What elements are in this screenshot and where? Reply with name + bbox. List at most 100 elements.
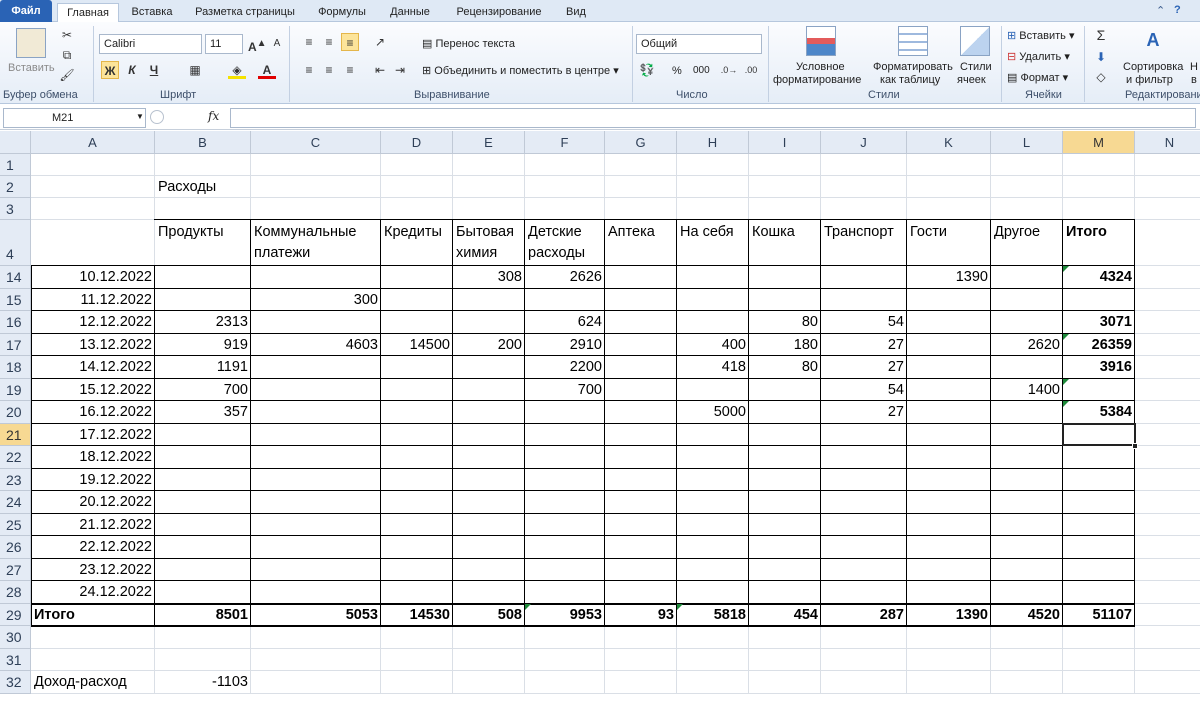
value-cell[interactable]: 400 [677,334,749,357]
row-total-cell[interactable] [1063,581,1135,604]
row-header-4[interactable]: 4 [0,220,31,266]
column-header-a[interactable]: A [31,131,155,154]
value-cell[interactable] [991,559,1063,582]
shrink-font-icon[interactable]: A [268,35,286,53]
date-cell[interactable]: 20.12.2022 [31,491,155,514]
value-cell[interactable] [991,289,1063,312]
format-painter-icon[interactable]: 🖌 [58,66,76,84]
row-total-cell[interactable] [1063,469,1135,492]
select-all-corner[interactable] [0,131,31,154]
value-cell[interactable] [155,289,251,312]
value-cell[interactable] [907,401,991,424]
value-cell[interactable] [381,311,453,334]
value-cell[interactable] [453,514,525,537]
value-cell[interactable] [605,266,677,289]
date-cell[interactable]: 23.12.2022 [31,559,155,582]
value-cell[interactable] [381,469,453,492]
value-cell[interactable] [381,559,453,582]
value-cell[interactable] [991,469,1063,492]
column-total-cell[interactable]: 5053 [251,604,381,627]
value-cell[interactable] [605,424,677,447]
row-total-cell[interactable] [1063,491,1135,514]
value-cell[interactable] [749,401,821,424]
value-cell[interactable]: 14500 [381,334,453,357]
column-total-cell[interactable]: 51107 [1063,604,1135,627]
date-cell[interactable]: 19.12.2022 [31,469,155,492]
column-total-cell[interactable]: 1390 [907,604,991,627]
minimize-ribbon-icon[interactable]: ⌃ [1156,4,1165,17]
help-icon[interactable]: ? [1174,4,1181,16]
value-cell[interactable] [155,266,251,289]
value-cell[interactable] [381,446,453,469]
name-box-dropdown-icon[interactable]: ▼ [136,112,144,121]
fill-icon[interactable]: ⬇ [1092,48,1110,66]
value-cell[interactable]: 624 [525,311,605,334]
value-cell[interactable] [605,469,677,492]
tab-insert[interactable]: Вставка [124,3,180,22]
cut-icon[interactable]: ✂ [58,26,76,44]
value-cell[interactable] [525,536,605,559]
value-cell[interactable] [677,266,749,289]
column-total-cell[interactable]: 454 [749,604,821,627]
value-cell[interactable] [677,311,749,334]
value-cell[interactable] [749,491,821,514]
align-bottom-icon[interactable]: ≡ [341,33,359,51]
column-header-f[interactable]: F [525,131,605,154]
row-total-cell[interactable]: 3071 [1063,311,1135,334]
row-total-cell[interactable] [1063,379,1135,402]
fill-handle[interactable] [1132,443,1138,449]
value-cell[interactable] [991,581,1063,604]
format-as-table-line1[interactable]: Форматировать [873,61,953,73]
value-cell[interactable] [453,491,525,514]
conditional-formatting-line2[interactable]: форматирование [773,74,861,86]
value-cell[interactable]: 1191 [155,356,251,379]
value-cell[interactable] [381,356,453,379]
row-header-23[interactable]: 23 [0,468,31,491]
decrease-indent-icon[interactable]: ⇤ [371,61,389,79]
value-cell[interactable] [525,514,605,537]
row-total-cell[interactable]: 5384 [1063,401,1135,424]
value-cell[interactable] [605,446,677,469]
row-total-cell[interactable] [1063,514,1135,537]
value-cell[interactable] [251,379,381,402]
value-cell[interactable]: 2620 [991,334,1063,357]
insert-function-icon[interactable]: fx [208,109,219,123]
value-cell[interactable] [525,446,605,469]
currency-icon[interactable]: 💱 [638,61,656,79]
cell-styles-line1[interactable]: Стили [960,61,992,73]
column-total-cell[interactable]: 93 [605,604,677,627]
value-cell[interactable]: 2910 [525,334,605,357]
value-cell[interactable]: 2200 [525,356,605,379]
font-size-select[interactable]: 11 [205,34,243,54]
column-header-e[interactable]: E [453,131,525,154]
orientation-icon[interactable]: ↗ [371,33,389,51]
row-header-15[interactable]: 15 [0,288,31,311]
value-cell[interactable] [453,311,525,334]
value-cell[interactable] [605,401,677,424]
insert-cells-button[interactable]: ⊞ Вставить ▾ [1007,29,1075,42]
total-label[interactable]: Итого [31,604,155,627]
column-total-cell[interactable]: 14530 [381,604,453,627]
value-cell[interactable] [453,289,525,312]
value-cell[interactable] [749,446,821,469]
align-top-icon[interactable]: ≡ [300,33,318,51]
row-header-2[interactable]: 2 [0,176,31,198]
value-cell[interactable] [155,514,251,537]
tab-formulas[interactable]: Формулы [310,3,374,22]
value-cell[interactable] [821,514,907,537]
date-cell[interactable]: 18.12.2022 [31,446,155,469]
value-cell[interactable] [749,266,821,289]
value-cell[interactable]: 54 [821,311,907,334]
value-cell[interactable] [453,446,525,469]
value-cell[interactable] [907,379,991,402]
value-cell[interactable] [677,424,749,447]
value-cell[interactable] [453,536,525,559]
value-cell[interactable]: 1400 [991,379,1063,402]
find-select-line2[interactable]: в [1191,74,1197,86]
row-header-31[interactable]: 31 [0,648,31,671]
autosum-icon[interactable]: Σ [1092,26,1110,44]
value-cell[interactable] [749,581,821,604]
value-cell[interactable] [381,266,453,289]
align-left-icon[interactable]: ≡ [300,61,318,79]
percent-button[interactable]: % [672,65,682,77]
